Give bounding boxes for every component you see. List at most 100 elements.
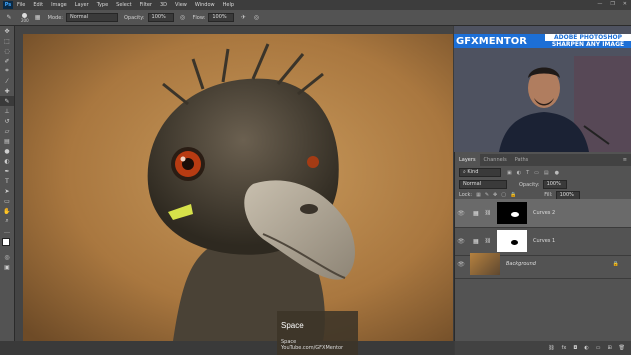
stamp-tool-icon[interactable]: ⊥ — [0, 106, 14, 116]
move-tool-icon[interactable]: ✥ — [0, 26, 14, 36]
lock-all-icon[interactable]: 🔒 — [510, 192, 516, 198]
shape-tool-icon[interactable]: ▭ — [0, 196, 14, 206]
layer-name[interactable]: Curves 2 — [533, 210, 555, 216]
menu-view[interactable]: View — [175, 2, 187, 8]
layer-name[interactable]: Background — [506, 261, 536, 267]
delete-layer-icon[interactable]: 🗑 — [619, 345, 625, 351]
quick-select-tool-icon[interactable]: ✐ — [0, 56, 14, 66]
menu-layer[interactable]: Layer — [75, 2, 89, 8]
crop-tool-icon[interactable]: ⌗ — [0, 66, 14, 76]
link-chain-icon[interactable]: ⛓ — [485, 238, 491, 244]
tab-paths[interactable]: Paths — [511, 157, 533, 163]
layer-opacity-field[interactable]: 100% — [542, 180, 567, 189]
overlay-title: Space — [281, 321, 304, 330]
add-mask-icon[interactable]: ◘ — [573, 345, 577, 351]
type-tool-icon[interactable]: T — [0, 176, 14, 186]
layer-name[interactable]: Curves 1 — [533, 238, 555, 244]
lock-image-icon[interactable]: ✎ — [485, 192, 489, 198]
healing-tool-icon[interactable]: ✚ — [0, 86, 14, 96]
hand-tool-icon[interactable]: ✋ — [0, 206, 14, 216]
brush-tool-icon[interactable]: ✎ — [5, 14, 13, 22]
eyedropper-tool-icon[interactable]: ⁄ — [0, 76, 14, 86]
link-chain-icon[interactable]: ⛓ — [485, 210, 491, 216]
opacity-value: 100% — [151, 14, 166, 20]
layer-style-icon[interactable]: fx — [562, 345, 567, 351]
visibility-eye-icon[interactable]: 👁 — [455, 261, 467, 268]
zoom-tool-icon[interactable]: ⌕ — [0, 216, 14, 226]
new-adjustment-icon[interactable]: ◐ — [584, 345, 588, 351]
filter-smart-icon[interactable]: ▤ — [544, 170, 549, 176]
menu-3d[interactable]: 3D — [160, 2, 167, 8]
quick-mask-icon[interactable]: ◎ — [0, 252, 14, 262]
pressure-size-icon[interactable]: ◎ — [252, 14, 260, 22]
marquee-tool-icon[interactable]: ⬚ — [0, 36, 14, 46]
close-button[interactable]: ✕ — [623, 1, 627, 7]
filter-type-icon[interactable]: T — [526, 170, 529, 176]
filter-pixel-icon[interactable]: ▣ — [507, 170, 512, 176]
lock-label: Lock: — [459, 192, 473, 198]
menu-help[interactable]: Help — [223, 2, 234, 8]
panel-menu-icon[interactable]: ≡ — [623, 157, 627, 163]
history-brush-tool-icon[interactable]: ↺ — [0, 116, 14, 126]
keystroke-overlay: Space Space YouTube.com/GFXMentor — [277, 311, 358, 355]
opacity-label: Opacity: — [123, 14, 145, 21]
mode-value: Normal — [69, 14, 89, 20]
layer-mask-thumbnail[interactable] — [497, 230, 528, 252]
filter-toggle-icon[interactable]: ● — [555, 170, 559, 176]
options-bar: ✎ 200 ▦ Mode: Normal Opacity: 100% ◎ Flo… — [0, 10, 631, 26]
opacity-field[interactable]: 100% — [147, 13, 174, 22]
tab-layers[interactable]: Layers — [455, 154, 480, 166]
lock-artboard-icon[interactable]: ▢ — [501, 192, 506, 198]
color-swatches[interactable] — [0, 236, 14, 252]
minimize-button[interactable]: — — [597, 1, 602, 7]
background-thumbnail[interactable] — [470, 253, 500, 275]
dodge-tool-icon[interactable]: ◐ — [0, 156, 14, 166]
menu-type[interactable]: Type — [97, 2, 108, 8]
blur-tool-icon[interactable]: ● — [0, 146, 14, 156]
new-group-icon[interactable]: ▭ — [596, 345, 601, 351]
lasso-tool-icon[interactable]: ◌ — [0, 46, 14, 56]
path-select-tool-icon[interactable]: ➤ — [0, 186, 14, 196]
restore-button[interactable]: ❐ — [610, 1, 614, 7]
menu-edit[interactable]: Edit — [33, 2, 43, 8]
filter-shape-icon[interactable]: ▭ — [534, 170, 539, 176]
screen-mode-icon[interactable]: ▣ — [0, 262, 14, 272]
lock-position-icon[interactable]: ✥ — [493, 192, 497, 198]
flow-field[interactable]: 100% — [208, 13, 235, 22]
link-layers-icon[interactable]: ⛓ — [548, 345, 554, 351]
brush-panel-icon[interactable]: ▦ — [34, 14, 42, 22]
filter-adjust-icon[interactable]: ◐ — [517, 170, 521, 176]
visibility-eye-icon[interactable]: 👁 — [455, 210, 467, 217]
mode-select[interactable]: Normal — [65, 13, 118, 22]
layer-kind-select[interactable]: ⌕ Kind — [459, 168, 501, 177]
menu-filter[interactable]: Filter — [140, 2, 152, 8]
pen-tool-icon[interactable]: ✒ — [0, 166, 14, 176]
more-tools-icon[interactable]: … — [0, 226, 14, 236]
pressure-opacity-icon[interactable]: ◎ — [179, 14, 187, 22]
menu-file[interactable]: File — [17, 2, 25, 8]
layer-opacity-value: 100% — [546, 181, 561, 187]
layer-mask-thumbnail[interactable] — [497, 202, 528, 224]
tab-channels[interactable]: Channels — [480, 157, 511, 163]
menu-image[interactable]: Image — [51, 2, 67, 8]
blend-mode-select[interactable]: Normal — [459, 180, 507, 189]
new-layer-icon[interactable]: ⊞ — [607, 345, 611, 351]
flow-value: 100% — [212, 14, 227, 20]
layer-row-background[interactable]: 👁 Background 🔒 — [455, 250, 631, 279]
layer-row-curves-2[interactable]: 👁 ▦ ⛓ Curves 2 — [455, 199, 631, 228]
lock-icon: 🔒 — [612, 261, 619, 267]
airbrush-icon[interactable]: ✈ — [239, 14, 247, 22]
eraser-tool-icon[interactable]: ▱ — [0, 126, 14, 136]
lock-pixels-icon[interactable]: ▦ — [476, 192, 481, 198]
foreground-color-swatch[interactable] — [2, 238, 10, 246]
brush-preset-picker[interactable]: 200 — [21, 12, 29, 23]
tools-panel: ✥ ⬚ ◌ ✐ ⌗ ⁄ ✚ ✎ ⊥ ↺ ▱ ▤ ● ◐ ✒ T ➤ ▭ ✋ ⌕ … — [0, 26, 15, 341]
brush-tool-icon[interactable]: ✎ — [0, 96, 14, 106]
menu-bar: Ps File Edit Image Layer Type Select Fil… — [0, 0, 631, 10]
visibility-eye-icon[interactable]: 👁 — [455, 238, 467, 245]
menu-select[interactable]: Select — [116, 2, 131, 8]
brush-size-value: 200 — [21, 17, 29, 23]
gradient-tool-icon[interactable]: ▤ — [0, 136, 14, 146]
menu-window[interactable]: Window — [195, 2, 215, 8]
document-canvas[interactable] — [23, 34, 453, 341]
